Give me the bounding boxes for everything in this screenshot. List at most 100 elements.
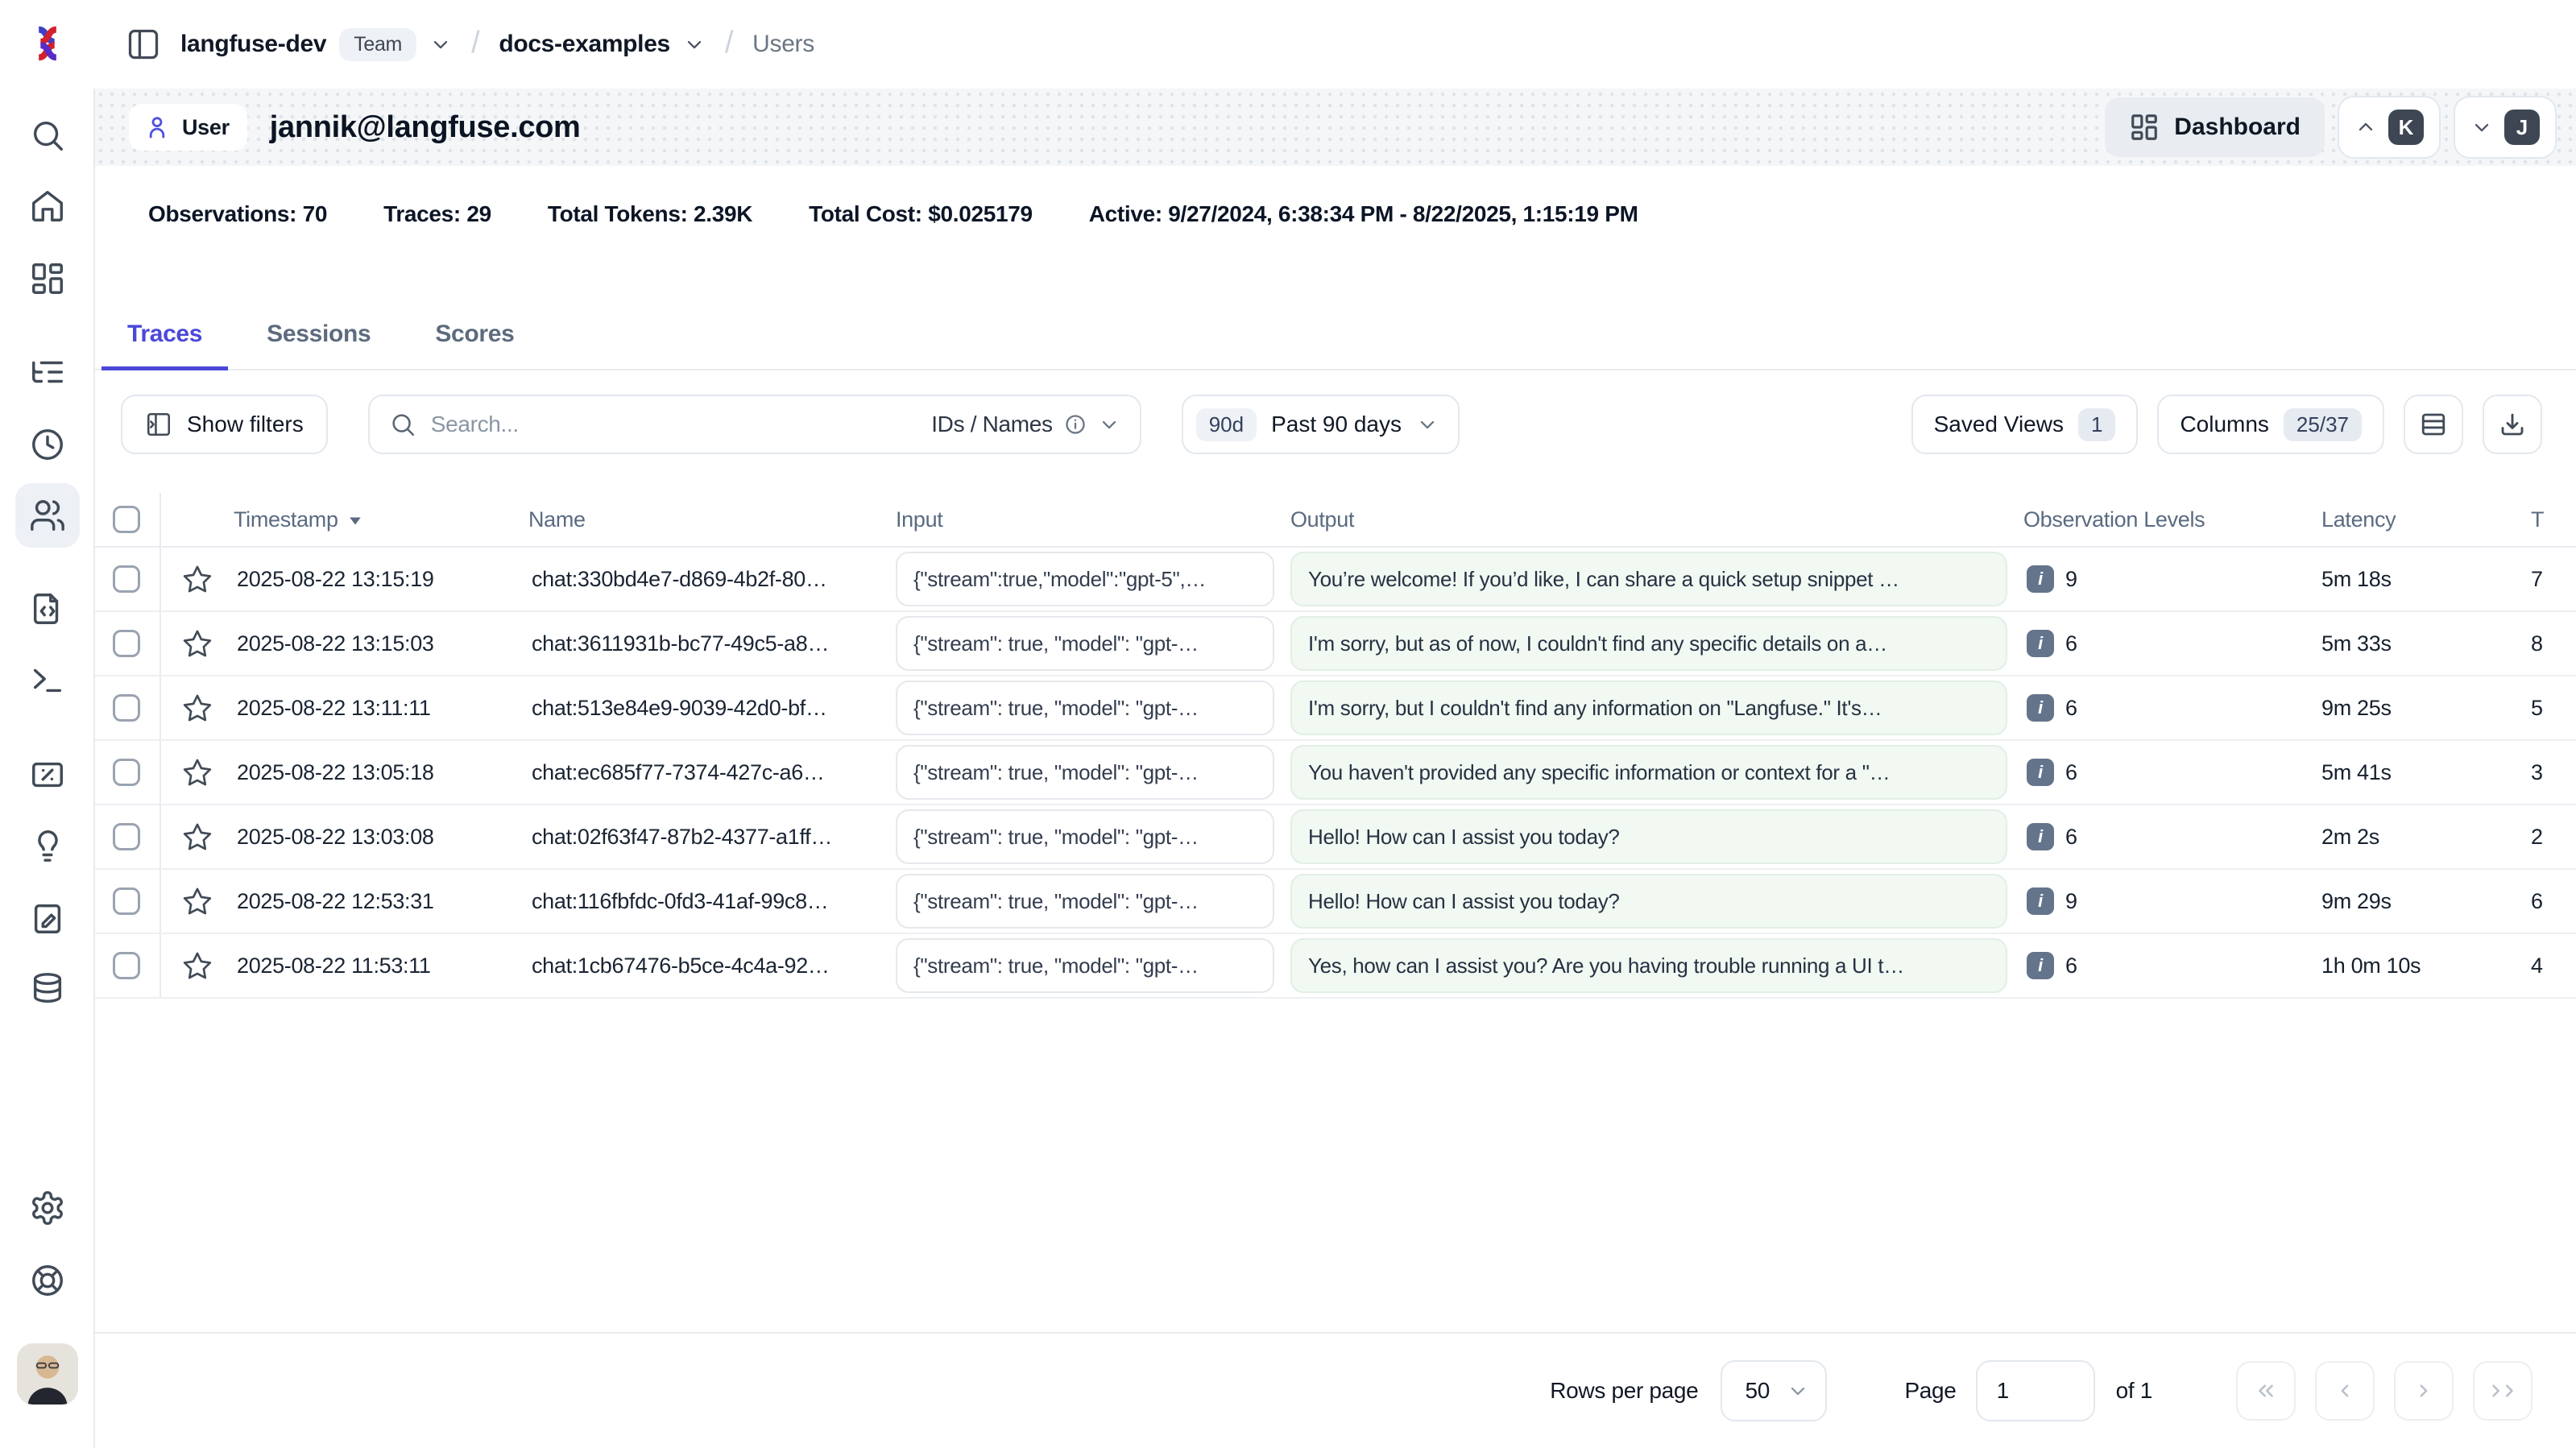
search-icon	[389, 411, 416, 438]
org-plan-badge: Team	[339, 28, 416, 61]
select-all-checkbox[interactable]	[113, 506, 140, 533]
column-header-clipped[interactable]: T	[2515, 507, 2576, 532]
tab-sessions[interactable]: Sessions	[241, 321, 396, 369]
table-row[interactable]: 2025-08-22 12:53:31 chat:116fbfdc-0fd3-4…	[95, 870, 2576, 934]
cell-clipped: 4	[2515, 954, 2576, 978]
row-checkbox[interactable]	[113, 630, 140, 657]
next-page-button[interactable]	[2394, 1361, 2454, 1421]
sidebar-item-search[interactable]	[15, 103, 80, 168]
last-page-button[interactable]	[2473, 1361, 2533, 1421]
table-row[interactable]: 2025-08-22 13:11:11 chat:513e84e9-9039-4…	[95, 676, 2576, 741]
sidebar-item-prompts[interactable]	[15, 577, 80, 641]
sidebar-item-playground[interactable]	[15, 647, 80, 712]
output-chip[interactable]: Yes, how can I assist you? Are you havin…	[1290, 938, 2007, 993]
chevron-down-icon	[1787, 1380, 1809, 1402]
sidebar-toggle-icon[interactable]	[126, 27, 161, 62]
row-checkbox[interactable]	[113, 759, 140, 786]
column-header-name[interactable]: Name	[528, 507, 896, 532]
input-chip[interactable]: {"stream": true, "model": "gpt-…	[896, 809, 1274, 864]
sidebar-item-support[interactable]	[15, 1248, 80, 1313]
next-item-button[interactable]: J	[2454, 96, 2557, 159]
row-checkbox[interactable]	[113, 694, 140, 722]
rows-per-page-label: Rows per page	[1550, 1378, 1698, 1404]
column-header-output[interactable]: Output	[1290, 507, 2023, 532]
table-row[interactable]: 2025-08-22 13:03:08 chat:02f63f47-87b2-4…	[95, 805, 2576, 870]
dashboard-button-label: Dashboard	[2174, 114, 2301, 141]
star-icon[interactable]	[182, 950, 213, 981]
rows-per-page-select[interactable]: 50	[1721, 1360, 1827, 1421]
sidebar-item-dashboards[interactable]	[15, 246, 80, 311]
columns-button[interactable]: Columns 25/37	[2157, 395, 2384, 454]
breadcrumb-project[interactable]: docs-examples	[499, 31, 706, 58]
sidebar-item-users[interactable]	[15, 483, 80, 548]
sidebar-item-tracing[interactable]	[15, 340, 80, 404]
row-checkbox[interactable]	[113, 952, 140, 979]
row-height-button[interactable]	[2404, 395, 2463, 454]
output-chip[interactable]: You’re welcome! If you’d like, I can sha…	[1290, 552, 2007, 606]
header-select-cell	[95, 493, 161, 546]
star-icon[interactable]	[182, 757, 213, 788]
dashboard-grid-icon	[2129, 112, 2160, 143]
show-filters-button[interactable]: Show filters	[121, 395, 328, 454]
star-icon[interactable]	[182, 886, 213, 916]
search-input[interactable]: Search... IDs / Names	[368, 395, 1141, 454]
row-checkbox[interactable]	[113, 565, 140, 593]
star-icon[interactable]	[182, 821, 213, 852]
first-page-button[interactable]	[2236, 1361, 2296, 1421]
column-header-timestamp[interactable]: Timestamp	[234, 507, 528, 532]
output-chip[interactable]: Hello! How can I assist you today?	[1290, 809, 2007, 864]
sidebar-item-datasets[interactable]	[15, 957, 80, 1021]
prev-item-button[interactable]: K	[2338, 96, 2441, 159]
column-header-latency[interactable]: Latency	[2321, 507, 2515, 532]
saved-views-button[interactable]: Saved Views 1	[1911, 395, 2139, 454]
tab-traces[interactable]: Traces	[101, 321, 228, 369]
cell-latency: 9m 29s	[2321, 889, 2515, 914]
chevron-down-icon[interactable]	[683, 33, 706, 56]
input-chip[interactable]: {"stream": true, "model": "gpt-…	[896, 745, 1274, 800]
output-chip[interactable]: I'm sorry, but as of now, I couldn't fin…	[1290, 616, 2007, 671]
input-chip[interactable]: {"stream":true,"model":"gpt-5",…	[896, 552, 1274, 606]
sidebar-item-annotation[interactable]	[15, 886, 80, 950]
output-chip[interactable]: Hello! How can I assist you today?	[1290, 874, 2007, 929]
input-chip[interactable]: {"stream": true, "model": "gpt-…	[896, 874, 1274, 929]
star-icon[interactable]	[182, 693, 213, 723]
chevron-down-icon[interactable]	[429, 33, 452, 56]
output-chip[interactable]: You haven't provided any specific inform…	[1290, 745, 2007, 800]
input-chip[interactable]: {"stream": true, "model": "gpt-…	[896, 681, 1274, 735]
star-icon[interactable]	[182, 628, 213, 659]
sidebar-item-evaluators[interactable]	[15, 813, 80, 878]
table-row[interactable]: 2025-08-22 13:05:18 chat:ec685f77-7374-4…	[95, 741, 2576, 805]
export-button[interactable]	[2483, 395, 2542, 454]
input-chip[interactable]: {"stream": true, "model": "gpt-…	[896, 938, 1274, 993]
tab-scores[interactable]: Scores	[409, 321, 540, 369]
search-scope-select[interactable]: IDs / Names	[931, 412, 1120, 437]
column-header-input[interactable]: Input	[896, 507, 1290, 532]
page-number-input[interactable]	[1976, 1360, 2095, 1421]
sidebar-item-sessions[interactable]	[15, 412, 80, 477]
sidebar-item-scores[interactable]	[15, 743, 80, 807]
cell-timestamp: 2025-08-22 13:03:08	[234, 825, 528, 850]
app: langfuse-dev Team / docs-examples / User…	[0, 0, 2576, 1448]
column-header-observation-levels[interactable]: Observation Levels	[2023, 507, 2321, 532]
user-avatar[interactable]	[15, 1342, 80, 1406]
table-row[interactable]: 2025-08-22 13:15:19 chat:330bd4e7-d869-4…	[95, 548, 2576, 612]
row-checkbox[interactable]	[113, 823, 140, 850]
rows-per-page-value: 50	[1745, 1378, 1770, 1404]
star-icon[interactable]	[182, 564, 213, 594]
table-row[interactable]: 2025-08-22 13:15:03 chat:3611931b-bc77-4…	[95, 612, 2576, 676]
breadcrumb-org[interactable]: langfuse-dev Team	[180, 28, 452, 61]
prev-page-button[interactable]	[2315, 1361, 2375, 1421]
sidebar-item-settings[interactable]	[15, 1176, 80, 1240]
row-checkbox[interactable]	[113, 887, 140, 915]
output-chip[interactable]: I'm sorry, but I couldn't find any infor…	[1290, 681, 2007, 735]
input-chip[interactable]: {"stream": true, "model": "gpt-…	[896, 616, 1274, 671]
date-range-button[interactable]: 90d Past 90 days	[1182, 395, 1460, 454]
chevrons-left-icon	[2254, 1379, 2278, 1403]
lightbulb-icon	[29, 827, 66, 864]
dashboard-button[interactable]: Dashboard	[2105, 97, 2325, 157]
table-row[interactable]: 2025-08-22 11:53:11 chat:1cb67476-b5ce-4…	[95, 934, 2576, 999]
cell-timestamp: 2025-08-22 11:53:11	[234, 954, 528, 978]
stat-total-cost: Total Cost: $0.025179	[809, 201, 1033, 227]
cell-clipped: 3	[2515, 760, 2576, 785]
sidebar-item-home[interactable]	[15, 174, 80, 238]
